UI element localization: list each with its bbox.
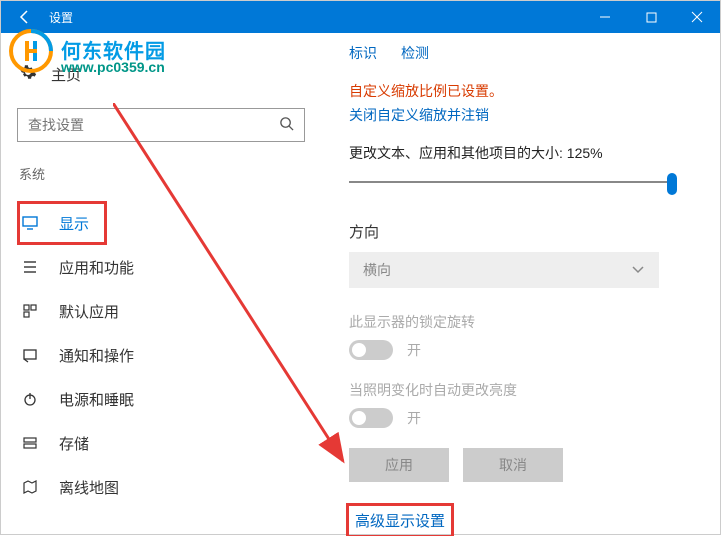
advanced-highlight: 高级显示设置 (349, 506, 451, 535)
list-icon (21, 259, 39, 275)
auto-brightness-label: 当照明变化时自动更改亮度 (349, 380, 696, 400)
sidebar-item-label: 默认应用 (59, 301, 119, 322)
sidebar-item-default-apps[interactable]: 默认应用 (17, 289, 305, 333)
watermark-logo (7, 27, 55, 80)
back-arrow-icon (17, 9, 33, 25)
maximize-button[interactable] (628, 1, 674, 33)
apply-button[interactable]: 应用 (349, 448, 449, 482)
sidebar-item-label: 通知和操作 (59, 345, 134, 366)
slider-track (349, 181, 669, 183)
map-icon (21, 479, 39, 495)
disable-scale-logout-link[interactable]: 关闭自定义缩放并注销 (349, 105, 489, 125)
sidebar-item-apps-features[interactable]: 应用和功能 (17, 245, 305, 289)
sidebar-item-label: 存储 (59, 433, 89, 454)
slider-thumb[interactable] (667, 173, 677, 195)
notify-icon (21, 347, 39, 363)
lock-rotation-toggle[interactable] (349, 340, 393, 360)
text-size-label: 更改文本、应用和其他项目的大小: 125% (349, 143, 696, 163)
sidebar: 何东软件园 www.pc0359.cn 主页 系统 显示 应用和功能 默认应用 (1, 33, 321, 536)
orientation-label: 方向 (349, 221, 696, 242)
titlebar: 设置 (1, 1, 720, 33)
defaults-icon (21, 303, 39, 319)
minimize-button[interactable] (582, 1, 628, 33)
toggle-state-label: 开 (407, 340, 421, 360)
orientation-dropdown[interactable]: 横向 (349, 252, 659, 288)
sidebar-item-label: 离线地图 (59, 477, 119, 498)
sidebar-item-offline-maps[interactable]: 离线地图 (17, 465, 305, 509)
storage-icon (21, 435, 39, 451)
window-title: 设置 (49, 9, 582, 26)
identify-link[interactable]: 标识 (349, 43, 377, 63)
search-input-container[interactable] (17, 108, 305, 142)
sidebar-group-label: 系统 (17, 164, 305, 183)
power-icon (21, 391, 39, 407)
search-icon (279, 116, 294, 135)
sidebar-item-label: 电源和睡眠 (59, 389, 134, 410)
detect-link[interactable]: 检测 (401, 43, 429, 63)
close-button[interactable] (674, 1, 720, 33)
sidebar-item-storage[interactable]: 存储 (17, 421, 305, 465)
sidebar-item-display[interactable]: 显示 (17, 201, 107, 245)
watermark-url: www.pc0359.cn (61, 59, 165, 75)
main-panel: 标识 检测 自定义缩放比例已设置。 关闭自定义缩放并注销 更改文本、应用和其他项… (321, 33, 720, 536)
toggle-state-label: 开 (407, 408, 421, 428)
auto-brightness-toggle[interactable] (349, 408, 393, 428)
search-input[interactable] (28, 117, 279, 133)
size-slider[interactable] (349, 171, 669, 199)
sidebar-item-label: 应用和功能 (59, 257, 134, 278)
sidebar-item-label: 显示 (59, 213, 89, 234)
monitor-icon (21, 215, 39, 231)
orientation-value: 横向 (363, 260, 391, 280)
sidebar-item-power-sleep[interactable]: 电源和睡眠 (17, 377, 305, 421)
sidebar-item-notifications[interactable]: 通知和操作 (17, 333, 305, 377)
custom-scale-warning: 自定义缩放比例已设置。 (349, 81, 696, 101)
chevron-down-icon (631, 262, 645, 279)
advanced-display-settings-link[interactable]: 高级显示设置 (351, 508, 449, 533)
lock-rotation-label: 此显示器的锁定旋转 (349, 312, 696, 332)
cancel-button[interactable]: 取消 (463, 448, 563, 482)
